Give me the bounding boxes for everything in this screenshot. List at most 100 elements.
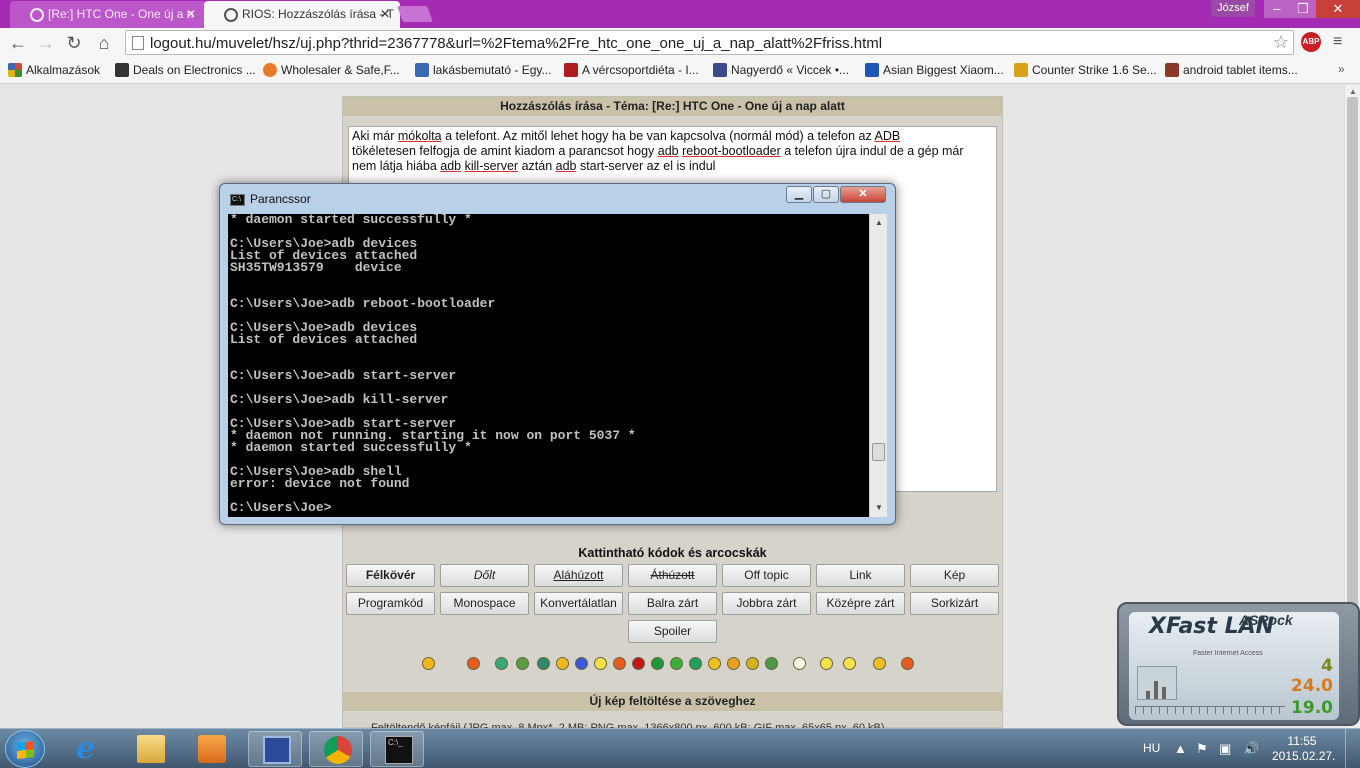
- smiley-icon[interactable]: [632, 657, 645, 670]
- smiley-icon[interactable]: [901, 657, 914, 670]
- new-tab-button[interactable]: [397, 6, 433, 22]
- scroll-up-icon[interactable]: ▲: [1349, 87, 1357, 96]
- smiley-icon[interactable]: [594, 657, 607, 670]
- language-indicator[interactable]: HU: [1143, 741, 1160, 755]
- bookmark-favicon-icon: [865, 63, 879, 77]
- smiley-icon[interactable]: [495, 657, 508, 670]
- smiley-icon[interactable]: [727, 657, 740, 670]
- tab-close-icon[interactable]: ✕: [186, 7, 196, 21]
- system-clock[interactable]: 11:55 2015.02.27.: [1272, 734, 1335, 764]
- window-maximize-button[interactable]: ❐: [1290, 0, 1316, 18]
- cmd-minimize-button[interactable]: ▁: [786, 186, 812, 203]
- unconverted-button[interactable]: Konvertálatlan: [534, 592, 623, 615]
- taskbar-explorer[interactable]: [123, 731, 177, 767]
- show-desktop-button[interactable]: [1345, 729, 1360, 768]
- align-center-button[interactable]: Középre zárt: [816, 592, 905, 615]
- smiley-icon[interactable]: [873, 657, 886, 670]
- align-left-button[interactable]: Balra zárt: [628, 592, 717, 615]
- gadget-value-3: 19.0: [1291, 698, 1333, 718]
- cmd-maximize-button[interactable]: ▢: [813, 186, 839, 203]
- smiley-icon[interactable]: [689, 657, 702, 670]
- xfast-lan-gadget[interactable]: XFast LAN ASRock Faster Internet Access …: [1117, 602, 1360, 726]
- scroll-up-icon[interactable]: ▲: [875, 218, 883, 227]
- monospace-button[interactable]: Monospace: [440, 592, 529, 615]
- smiley-icon[interactable]: [422, 657, 435, 670]
- cmd-console[interactable]: * daemon started successfully * C:\Users…: [228, 214, 869, 517]
- tab-close-icon[interactable]: ✕: [380, 7, 390, 21]
- smiley-icon[interactable]: [708, 657, 721, 670]
- smiley-icon[interactable]: [537, 657, 550, 670]
- taskbar-save-app[interactable]: [248, 731, 302, 767]
- link-button[interactable]: Link: [816, 564, 905, 587]
- bookmark-item[interactable]: A vércsoportdiéta - I...: [564, 63, 699, 77]
- taskbar-command-prompt[interactable]: C:\_: [370, 731, 424, 767]
- scroll-down-icon[interactable]: ▼: [875, 503, 883, 512]
- flag-icon[interactable]: ⚑: [1196, 741, 1208, 757]
- url-text[interactable]: logout.hu/muvelet/hsz/uj.php?thrid=23677…: [150, 35, 882, 52]
- gadget-traffic-graph: [1137, 666, 1177, 700]
- justify-button[interactable]: Sorkizárt: [910, 592, 999, 615]
- italic-button[interactable]: Dőlt: [440, 564, 529, 587]
- floppy-disk-icon: [263, 736, 291, 764]
- bookmark-item[interactable]: lakásbemutató - Egy...: [415, 63, 552, 77]
- smiley-icon[interactable]: [765, 657, 778, 670]
- volume-icon[interactable]: 🔊: [1243, 741, 1259, 757]
- cmd-scroll-thumb[interactable]: [872, 443, 885, 461]
- smiley-icon[interactable]: [556, 657, 569, 670]
- align-right-button[interactable]: Jobbra zárt: [722, 592, 811, 615]
- bookmark-item[interactable]: android tablet items...: [1165, 63, 1298, 77]
- graph-bar: [1154, 681, 1158, 699]
- home-icon[interactable]: ⌂: [92, 32, 116, 54]
- adblock-plus-icon[interactable]: ABP: [1301, 32, 1321, 52]
- reload-icon[interactable]: ↻: [62, 32, 86, 54]
- smiley-icon[interactable]: [613, 657, 626, 670]
- taskbar-chrome[interactable]: [309, 731, 363, 767]
- taskbar-internet-explorer[interactable]: e: [62, 731, 116, 767]
- underline-button[interactable]: Aláhúzott: [534, 564, 623, 587]
- bookmark-item[interactable]: Nagyerdő « Viccek •...: [713, 63, 849, 77]
- smiley-icon[interactable]: [793, 657, 806, 670]
- off-topic-button[interactable]: Off topic: [722, 564, 811, 587]
- smiley-icon[interactable]: [516, 657, 529, 670]
- bold-button[interactable]: Félkövér: [346, 564, 435, 587]
- network-icon[interactable]: ▣: [1219, 741, 1231, 757]
- taskbar-media-player[interactable]: [184, 731, 238, 767]
- smiley-icon[interactable]: [575, 657, 588, 670]
- program-code-button[interactable]: Programkód: [346, 592, 435, 615]
- tray-expand-icon[interactable]: ▲: [1174, 741, 1187, 756]
- chrome-menu-icon[interactable]: ≡: [1333, 33, 1342, 51]
- window-minimize-button[interactable]: –: [1264, 0, 1290, 18]
- profile-badge[interactable]: József: [1211, 0, 1255, 17]
- bookmark-star-icon[interactable]: ☆: [1273, 32, 1289, 53]
- bookmark-item[interactable]: Asian Biggest Xiaom...: [865, 63, 1004, 77]
- tab-rios-compose[interactable]: RIOS: Hozzászólás írása - T ✕: [204, 1, 400, 28]
- codes-section-title: Kattintható kódok és arcocskák: [578, 546, 767, 560]
- scroll-thumb[interactable]: [1347, 97, 1358, 667]
- command-prompt-window[interactable]: C:\ Parancssor ▁ ▢ ✕ * daemon started su…: [219, 183, 896, 525]
- window-close-button[interactable]: ✕: [1316, 0, 1360, 18]
- bookmark-apps[interactable]: Alkalmazások: [8, 63, 100, 77]
- smiley-icon[interactable]: [843, 657, 856, 670]
- smiley-icon[interactable]: [670, 657, 683, 670]
- smiley-icon[interactable]: [467, 657, 480, 670]
- gadget-value-1: 4: [1321, 656, 1333, 676]
- bookmark-item[interactable]: Deals on Electronics ...: [115, 63, 256, 77]
- bookmark-favicon-icon: [115, 63, 129, 77]
- tab-title: RIOS: Hozzászólás írása - T: [242, 7, 394, 21]
- bookmark-item[interactable]: Counter Strike 1.6 Se...: [1014, 63, 1157, 77]
- forward-icon[interactable]: →: [34, 32, 58, 54]
- bookmark-item[interactable]: Wholesaler & Safe,F...: [263, 63, 400, 77]
- bookmarks-more-button[interactable]: »: [1338, 62, 1345, 76]
- smiley-icon[interactable]: [820, 657, 833, 670]
- back-icon[interactable]: ←: [6, 32, 30, 54]
- strikethrough-button[interactable]: Áthúzott: [628, 564, 717, 587]
- image-button[interactable]: Kép: [910, 564, 999, 587]
- address-bar[interactable]: logout.hu/muvelet/hsz/uj.php?thrid=23677…: [125, 30, 1294, 55]
- start-button[interactable]: [5, 730, 45, 768]
- smiley-icon[interactable]: [746, 657, 759, 670]
- cmd-close-button[interactable]: ✕: [840, 186, 886, 203]
- tab-htc-one[interactable]: [Re:] HTC One - One új a n ✕: [10, 1, 206, 28]
- spoiler-button[interactable]: Spoiler: [628, 620, 717, 643]
- cmd-scrollbar[interactable]: ▲ ▼: [869, 214, 887, 517]
- smiley-icon[interactable]: [651, 657, 664, 670]
